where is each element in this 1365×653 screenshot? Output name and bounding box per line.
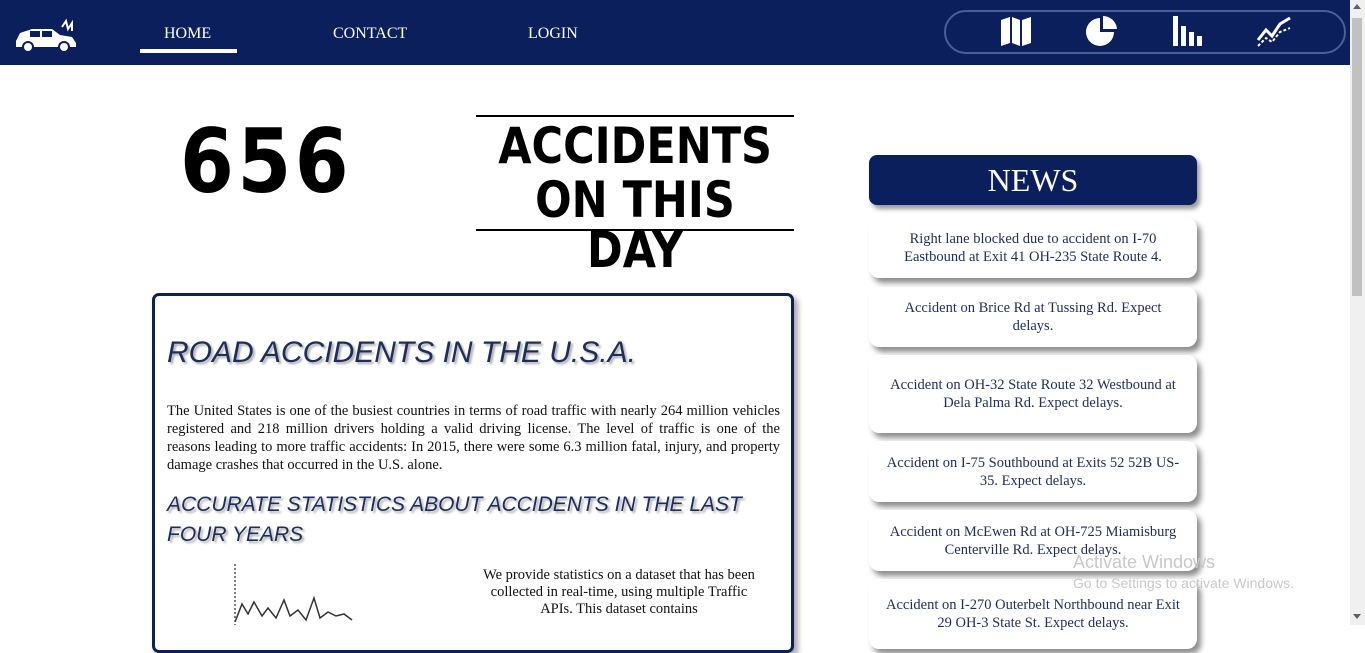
- bar-chart-icon[interactable]: [1170, 14, 1206, 48]
- nav-home-link[interactable]: HOME: [164, 25, 211, 43]
- dataset-description: We provide statistics on a dataset that …: [483, 567, 755, 617]
- activate-windows-watermark: Activate Windows Go to Settings to activ…: [1073, 552, 1294, 591]
- news-item[interactable]: Right lane blocked due to accident on I-…: [869, 218, 1197, 278]
- news-header: NEWS: [869, 155, 1197, 205]
- watermark-title: Activate Windows: [1073, 552, 1216, 572]
- nav-contact-link[interactable]: CONTACT: [333, 25, 407, 43]
- map-icon[interactable]: [998, 14, 1034, 48]
- news-item[interactable]: Accident on I-75 Southbound at Exits 52 …: [869, 441, 1197, 502]
- article-title: ROAD ACCIDENTS IN THE U.S.A.: [167, 336, 636, 369]
- headline-line-2: ON THIS DAY: [535, 171, 735, 279]
- nav-login-link[interactable]: LOGIN: [528, 25, 578, 43]
- scrollbar-thumb[interactable]: [1352, 18, 1362, 296]
- article-subtitle: ACCURATE STATISTICS ABOUT ACCIDENTS IN T…: [167, 493, 742, 546]
- news-item[interactable]: Accident on OH-32 State Route 32 Westbou…: [869, 355, 1197, 433]
- line-chart-icon[interactable]: [1256, 14, 1292, 48]
- car-crash-logo-icon[interactable]: [12, 17, 80, 51]
- scroll-down-arrow-icon[interactable]: [1353, 614, 1361, 619]
- watermark-subtitle: Go to Settings to activate Windows.: [1073, 575, 1294, 591]
- nav-active-indicator: [140, 49, 237, 53]
- accident-trend-chart: [234, 564, 353, 625]
- scroll-up-arrow-icon[interactable]: [1353, 4, 1361, 9]
- headline-line-1: ACCIDENTS: [498, 117, 773, 175]
- accidents-headline: ACCIDENTS ON THIS DAY: [476, 115, 794, 275]
- news-item[interactable]: Accident on Brice Rd at Tussing Rd. Expe…: [869, 287, 1197, 347]
- accident-count: 656: [180, 110, 353, 213]
- pie-chart-icon[interactable]: [1084, 14, 1120, 48]
- article-body: The United States is one of the busiest …: [167, 403, 780, 473]
